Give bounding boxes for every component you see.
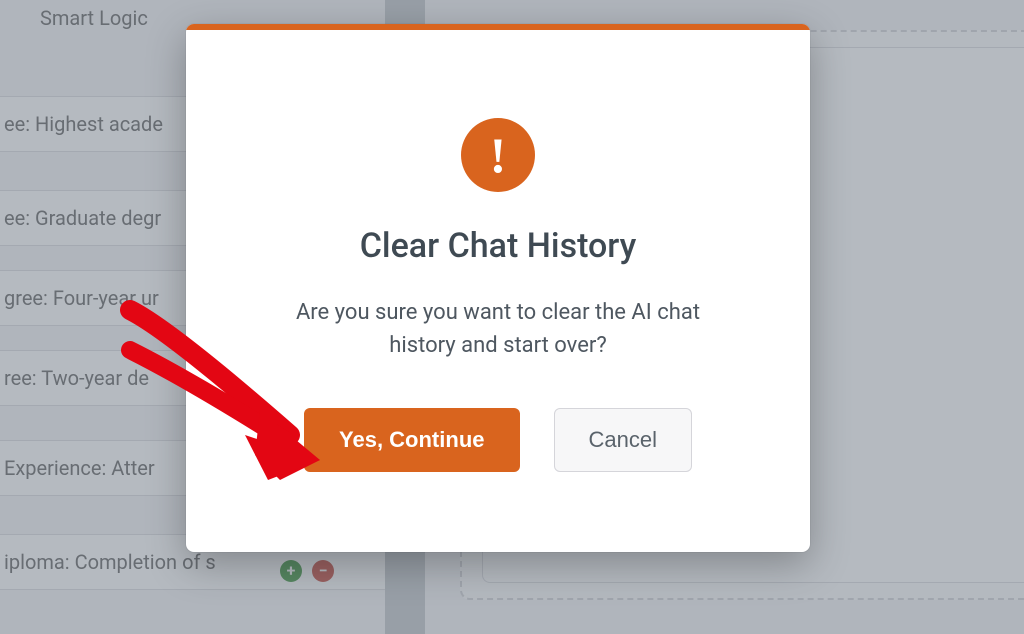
exclamation-glyph: ! <box>490 130 507 180</box>
warning-icon: ! <box>461 118 535 192</box>
modal-button-row: Yes, Continue Cancel <box>304 408 692 472</box>
cancel-button[interactable]: Cancel <box>554 408 692 472</box>
modal-message: Are you sure you want to clear the AI ch… <box>268 296 728 362</box>
modal-accent-bar <box>186 24 810 30</box>
clear-chat-history-modal: ! Clear Chat History Are you sure you wa… <box>186 24 810 552</box>
modal-title: Clear Chat History <box>360 226 637 266</box>
yes-continue-button[interactable]: Yes, Continue <box>304 408 519 472</box>
